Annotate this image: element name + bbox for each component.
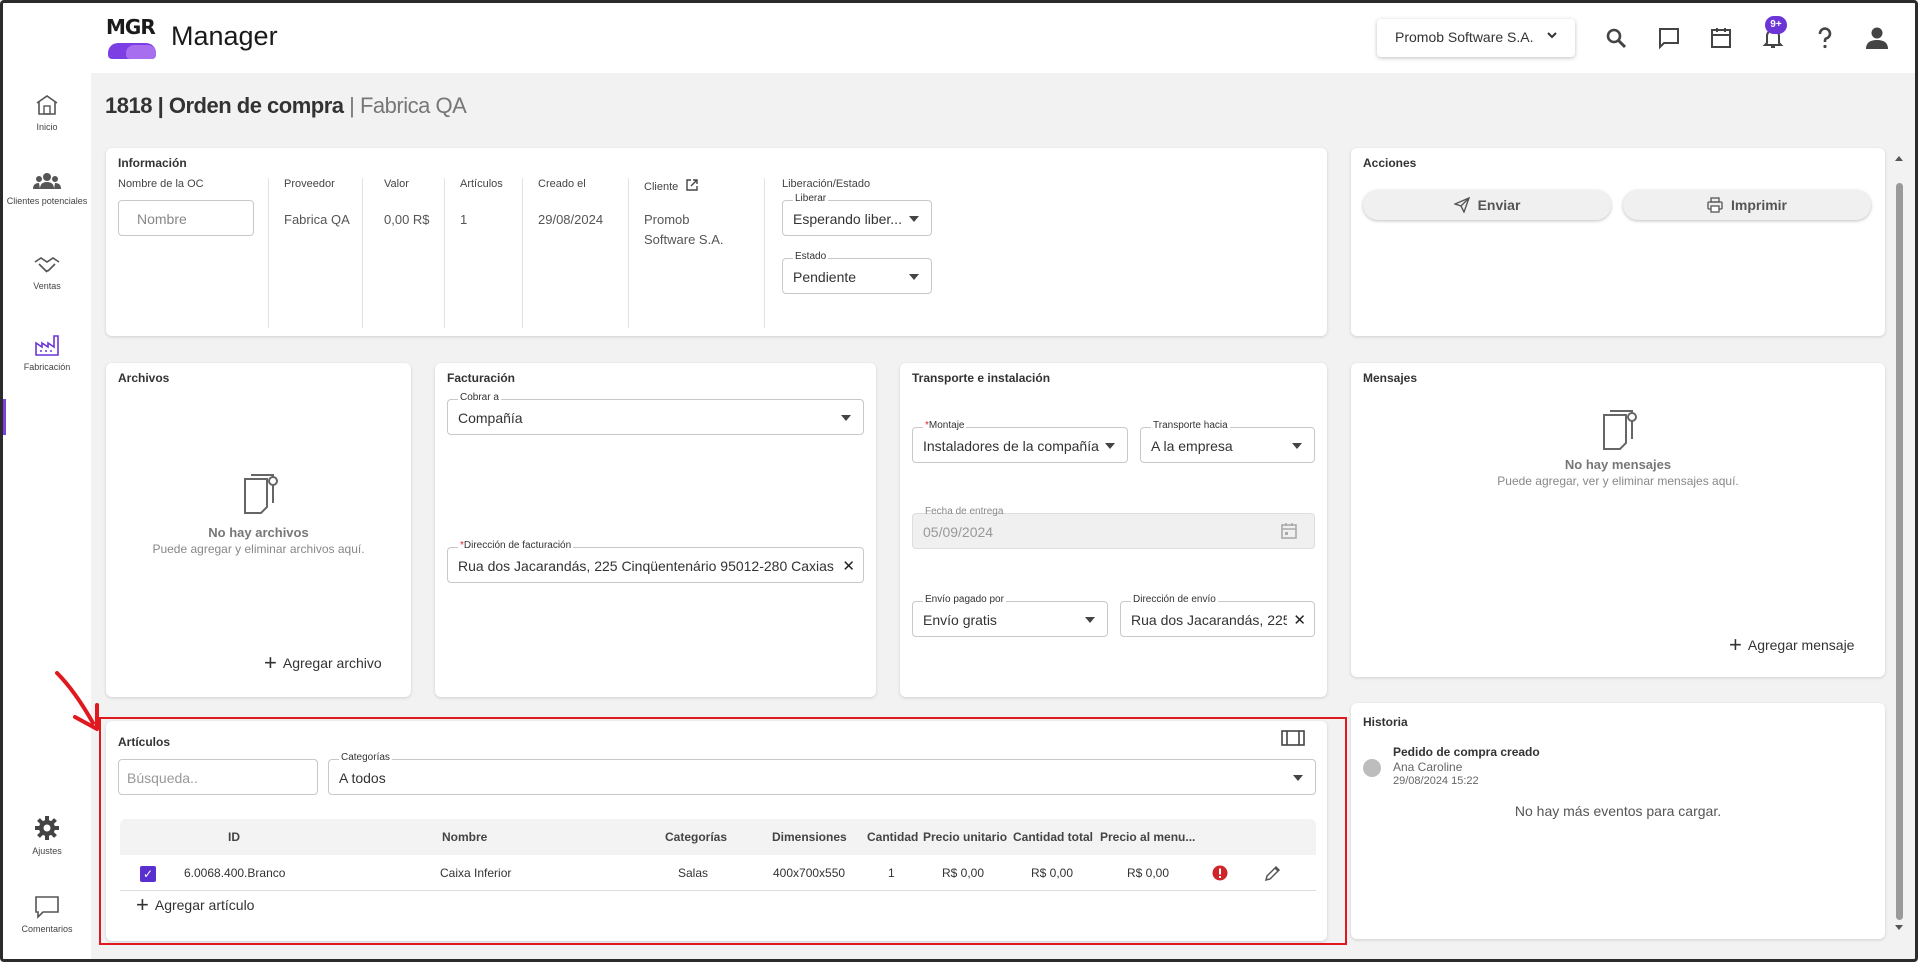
user-icon[interactable] bbox=[1862, 23, 1892, 53]
sidebar: Inicio Clientes potenciales Ventas Fabri… bbox=[3, 73, 91, 959]
transport-card: Transporte e instalación *Montaje Instal… bbox=[900, 363, 1327, 697]
status-select[interactable]: Estado Pendiente bbox=[782, 251, 932, 294]
info-card: Información Nombre de la OC Nombre Prove… bbox=[106, 148, 1327, 336]
caret-down-icon bbox=[1085, 617, 1095, 623]
client-value: Promob Software S.A. bbox=[644, 212, 724, 247]
help-icon[interactable] bbox=[1810, 23, 1840, 53]
billing-card: Facturación Cobrar a Compañía *Dirección… bbox=[435, 363, 876, 697]
delivery-date-input: Fecha de entrega 05/09/2024 bbox=[912, 506, 1315, 549]
release-status-label: Liberación/Estado bbox=[782, 178, 871, 190]
app-logo[interactable]: MGR bbox=[106, 15, 158, 61]
supplier-label: Proveedor bbox=[284, 178, 335, 190]
items-value: 1 bbox=[460, 212, 468, 227]
chevron-down-icon bbox=[1545, 28, 1559, 45]
close-icon[interactable]: ✕ bbox=[842, 557, 855, 575]
comment-icon bbox=[35, 896, 59, 919]
caret-down-icon bbox=[1292, 443, 1302, 449]
transport-title: Transporte e instalación bbox=[912, 371, 1051, 385]
no-more-events: No hay más eventos para cargar. bbox=[1514, 803, 1722, 819]
active-indicator bbox=[3, 399, 6, 435]
shipping-address-input[interactable]: Dirección de envío Rua dos Jacarandás, 2… bbox=[1120, 594, 1315, 637]
scrollbar-thumb[interactable] bbox=[1896, 183, 1903, 920]
send-button[interactable]: Enviar bbox=[1363, 190, 1611, 220]
charge-to-select[interactable]: Cobrar a Compañía bbox=[447, 392, 864, 435]
messages-card: Mensajes No hay mensajes Puede agregar, … bbox=[1351, 363, 1885, 677]
shipping-paid-select[interactable]: Envío pagado por Envío gratis bbox=[912, 594, 1108, 637]
send-icon bbox=[1453, 197, 1470, 213]
value-label: Valor bbox=[384, 178, 409, 190]
billing-address-input[interactable]: *Dirección de facturación Rua dos Jacara… bbox=[447, 540, 864, 583]
caret-down-icon bbox=[909, 216, 919, 222]
event-date: 29/08/2024 15:22 bbox=[1393, 775, 1479, 787]
value-value: 0,00 R$ bbox=[384, 212, 430, 227]
add-message-button[interactable]: + Agregar mensaje bbox=[1729, 632, 1854, 657]
calendar-icon[interactable] bbox=[1706, 23, 1736, 53]
billing-title: Facturación bbox=[447, 371, 516, 385]
annotation-arrow-icon bbox=[55, 671, 99, 731]
event-user: Ana Caroline bbox=[1393, 760, 1463, 774]
notification-badge: 9+ bbox=[1765, 16, 1787, 34]
page-title: 1818 | Orden de compra | Fabrica QA bbox=[105, 93, 467, 118]
logo-text: MGR bbox=[106, 15, 156, 39]
info-title: Información bbox=[118, 156, 187, 170]
factory-icon bbox=[35, 335, 59, 356]
document-icon bbox=[1603, 410, 1637, 450]
highlight-box bbox=[99, 717, 1347, 945]
external-link-icon[interactable] bbox=[681, 179, 699, 193]
supplier-value: Fabrica QA bbox=[284, 212, 350, 227]
client-label: Cliente bbox=[644, 178, 699, 193]
sidebar-item-fabricacion[interactable]: Fabricación bbox=[3, 333, 91, 372]
items-label: Artículos bbox=[460, 178, 503, 190]
company-selector[interactable]: Promob Software S.A. bbox=[1377, 19, 1575, 57]
company-name: Promob Software S.A. bbox=[1395, 29, 1534, 45]
gear-icon bbox=[35, 816, 59, 840]
add-file-button[interactable]: + Agregar archivo bbox=[264, 650, 382, 675]
group-icon bbox=[33, 173, 61, 189]
sidebar-item-ventas[interactable]: Ventas bbox=[3, 254, 91, 291]
handshake-icon bbox=[34, 257, 60, 273]
sidebar-item-comentarios[interactable]: Comentarios bbox=[3, 895, 91, 934]
actions-title: Acciones bbox=[1363, 156, 1417, 170]
close-icon[interactable]: ✕ bbox=[1293, 611, 1306, 629]
files-title: Archivos bbox=[118, 371, 170, 385]
app-title: Manager bbox=[171, 21, 278, 51]
oc-name-label: Nombre de la OC bbox=[118, 178, 204, 190]
created-label: Creado el bbox=[538, 178, 586, 190]
actions-card: Acciones Enviar Imprimir bbox=[1351, 148, 1885, 336]
event-dot bbox=[1363, 759, 1381, 777]
release-select[interactable]: Liberar Esperando liber... bbox=[782, 193, 932, 236]
assembly-select[interactable]: *Montaje Instaladores de la compañía bbox=[912, 420, 1128, 463]
plus-icon: + bbox=[264, 650, 277, 675]
printer-icon bbox=[1707, 197, 1723, 213]
app-window: MGR Manager Promob Software S.A. 9+ Inic… bbox=[0, 0, 1918, 962]
calendar-icon bbox=[1280, 522, 1298, 545]
sidebar-item-ajustes[interactable]: Ajustes bbox=[3, 815, 91, 856]
caret-down-icon bbox=[909, 274, 919, 280]
home-icon bbox=[36, 95, 58, 115]
messages-empty-state: No hay mensajes Puede agregar, ver y eli… bbox=[1351, 409, 1885, 488]
print-button[interactable]: Imprimir bbox=[1623, 190, 1871, 220]
sidebar-item-clientes[interactable]: Clientes potenciales bbox=[3, 171, 91, 206]
history-card: Historia Pedido de compra creado Ana Car… bbox=[1351, 703, 1885, 939]
oc-name-input[interactable]: Nombre bbox=[118, 200, 254, 236]
event-title: Pedido de compra creado bbox=[1393, 745, 1540, 759]
transport-to-select[interactable]: Transporte hacia A la empresa bbox=[1140, 420, 1315, 463]
files-card: Archivos No hay archivos Puede agregar y… bbox=[106, 363, 411, 697]
messages-title: Mensajes bbox=[1363, 371, 1418, 385]
caret-down-icon bbox=[1105, 443, 1115, 449]
search-icon[interactable] bbox=[1601, 23, 1631, 53]
history-title: Historia bbox=[1363, 715, 1408, 729]
created-value: 29/08/2024 bbox=[538, 212, 604, 227]
top-bar: MGR Manager Promob Software S.A. 9+ bbox=[3, 3, 1915, 73]
files-empty-state: No hay archivos Puede agregar y eliminar… bbox=[106, 473, 411, 556]
sidebar-item-inicio[interactable]: Inicio bbox=[3, 93, 91, 132]
caret-down-icon bbox=[841, 415, 851, 421]
document-icon bbox=[243, 474, 278, 514]
chat-icon[interactable] bbox=[1654, 23, 1684, 53]
plus-icon: + bbox=[1729, 632, 1742, 657]
